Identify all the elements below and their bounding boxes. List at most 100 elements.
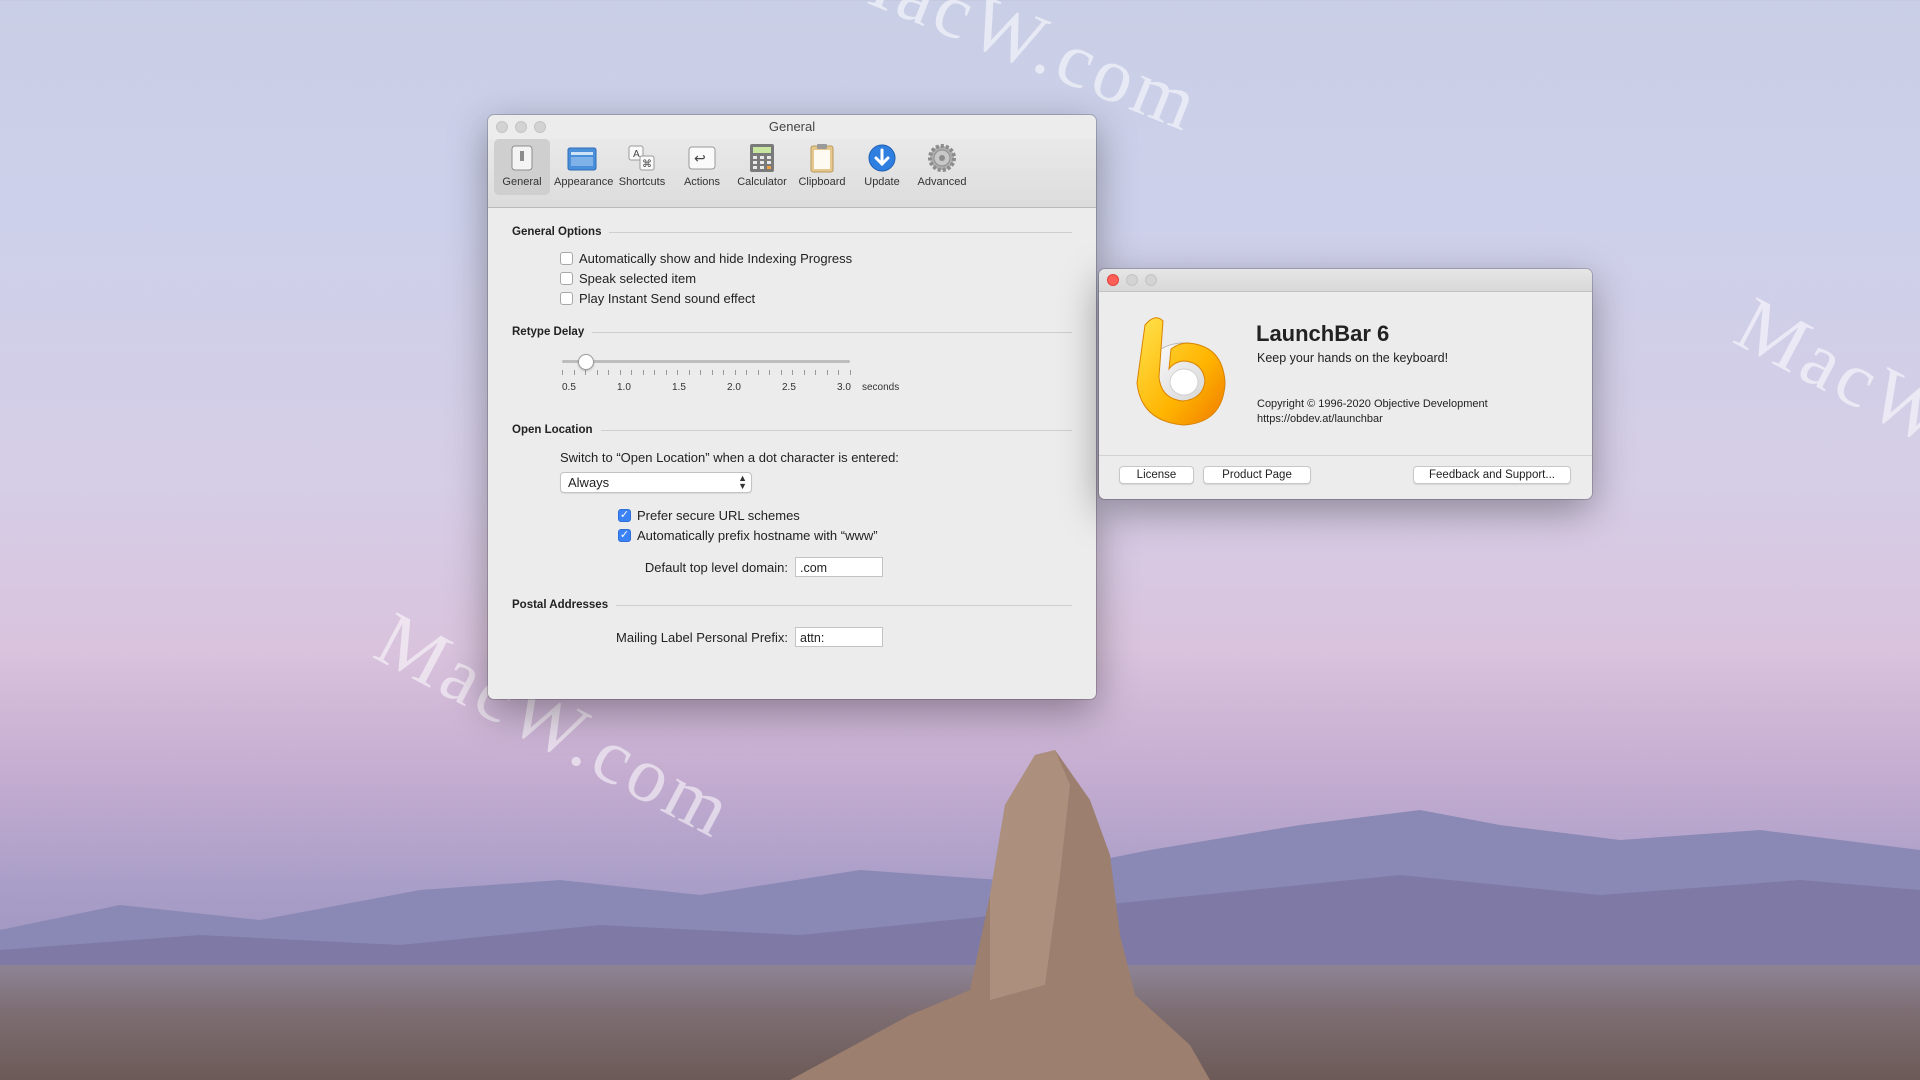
tab-clipboard[interactable]: Clipboard: [794, 139, 850, 195]
checkbox[interactable]: [560, 251, 573, 265]
close-button[interactable]: [496, 121, 508, 133]
open-location-prompt: Switch to “Open Location” when a dot cha…: [560, 450, 899, 465]
tld-input[interactable]: .com: [795, 557, 883, 577]
slider-tick: [596, 370, 598, 375]
copyright-text: Copyright © 1996-2020 Objective Developm…: [1257, 398, 1488, 410]
section-title: Open Location: [512, 424, 593, 436]
zoom-button[interactable]: [534, 121, 546, 133]
checkbox[interactable]: [560, 271, 573, 285]
app-tagline: Keep your hands on the keyboard!: [1257, 351, 1449, 365]
slider-tick: [619, 370, 621, 375]
prefix-label: Mailing Label Personal Prefix:: [616, 629, 788, 645]
slider-tick: [826, 370, 828, 375]
checkbox-label: Automatically show and hide Indexing Pro…: [579, 250, 853, 266]
slider-tick: [838, 370, 840, 375]
tab-actions[interactable]: ↩ Actions: [674, 139, 730, 195]
checkbox[interactable]: [560, 291, 573, 305]
checkbox-speak-selected[interactable]: Speak selected item: [560, 268, 1072, 288]
zoom-button[interactable]: [1145, 274, 1157, 286]
slider-tick: [631, 370, 633, 375]
prefs-content: General Options Automatically show and h…: [488, 208, 1096, 647]
slider-tick: [677, 370, 679, 375]
launchbar-logo-icon: [1136, 317, 1226, 426]
checkbox-label: Automatically prefix hostname with “www”: [637, 527, 878, 543]
slider-tick: [688, 370, 690, 375]
tab-advanced[interactable]: Advanced: [914, 139, 970, 195]
update-icon: [867, 143, 897, 173]
slider-tick: [711, 370, 713, 375]
tab-update[interactable]: Update: [854, 139, 910, 195]
svg-text:A: A: [633, 149, 640, 160]
tab-general[interactable]: General: [494, 139, 550, 195]
open-location-select[interactable]: Always ▲ ▼: [560, 472, 752, 493]
slider-tick: [585, 370, 587, 375]
section-postal-addresses: Postal Addresses: [512, 599, 1072, 611]
slider-tick: [608, 370, 610, 375]
retype-delay-slider[interactable]: 0.5 1.0 1.5 2.0 2.5 3.0 seconds: [512, 348, 1072, 418]
slider-track[interactable]: [562, 360, 850, 363]
minimize-button[interactable]: [1126, 274, 1138, 286]
rock-spire: [790, 750, 1210, 1080]
tick-label: 1.5: [672, 382, 686, 393]
checkbox-checked[interactable]: ✓: [618, 528, 631, 542]
tab-label: Shortcuts: [618, 176, 666, 188]
checkbox-checked[interactable]: ✓: [618, 508, 631, 522]
section-title: Retype Delay: [512, 326, 585, 338]
tab-label: Actions: [683, 176, 721, 188]
slider-tick: [757, 370, 759, 375]
tick-label: 0.5: [562, 382, 576, 393]
about-titlebar: [1099, 269, 1592, 292]
license-button[interactable]: License: [1119, 466, 1194, 484]
actions-icon: ↩: [687, 143, 717, 173]
chevron-updown-icon: ▲ ▼: [738, 473, 747, 491]
preferences-window: General General Appearance A ⌘ Shortcuts …: [488, 115, 1096, 699]
checkbox-instant-send-sound[interactable]: Play Instant Send sound effect: [560, 288, 1072, 308]
minimize-button[interactable]: [515, 121, 527, 133]
feedback-support-button[interactable]: Feedback and Support...: [1413, 466, 1571, 484]
slider-tick: [654, 370, 656, 375]
slider-tick: [723, 370, 725, 375]
svg-text:⌘: ⌘: [642, 159, 652, 170]
slider-tick: [815, 370, 817, 375]
tab-shortcuts[interactable]: A ⌘ Shortcuts: [614, 139, 670, 195]
slider-tick: [700, 370, 702, 375]
checkbox-prefer-secure[interactable]: ✓ Prefer secure URL schemes: [618, 505, 1072, 525]
tab-appearance[interactable]: Appearance: [554, 139, 614, 195]
tab-label: Clipboard: [798, 176, 846, 188]
slider-tick: [642, 370, 644, 375]
tick-label: 2.5: [782, 382, 796, 393]
slider-tick: [734, 370, 736, 375]
prefix-input[interactable]: attn:: [795, 627, 883, 647]
select-value: Always: [568, 475, 610, 490]
website-link[interactable]: https://obdev.at/launchbar: [1257, 413, 1383, 425]
slider-knob[interactable]: [578, 354, 595, 370]
tab-label: Appearance: [554, 176, 614, 188]
app-name: LaunchBar 6: [1256, 321, 1390, 346]
close-button[interactable]: [1107, 274, 1119, 286]
tab-label: Update: [864, 176, 900, 188]
product-page-button[interactable]: Product Page: [1203, 466, 1311, 484]
checkbox-label: Speak selected item: [579, 270, 697, 286]
tick-label: 1.0: [617, 382, 631, 393]
window-title: General: [768, 119, 816, 134]
tab-label: General: [502, 176, 542, 188]
tab-calculator[interactable]: Calculator: [734, 139, 790, 195]
checkbox-indexing-progress[interactable]: Automatically show and hide Indexing Pro…: [560, 248, 1072, 268]
section-title: General Options: [512, 226, 602, 238]
slider-tick: [803, 370, 805, 375]
section-retype-delay: Retype Delay: [512, 326, 1072, 338]
appearance-icon: [567, 143, 597, 173]
section-title: Postal Addresses: [512, 599, 609, 611]
slider-tick: [780, 370, 782, 375]
tld-label: Default top level domain:: [644, 559, 788, 575]
section-open-location: Open Location: [512, 424, 1072, 436]
slider-tick: [665, 370, 667, 375]
prefs-toolbar: General Appearance A ⌘ Shortcuts ↩ Action…: [488, 139, 1096, 208]
checkbox-prefix-www[interactable]: ✓ Automatically prefix hostname with “ww…: [618, 525, 1072, 545]
slider-tick: [769, 370, 771, 375]
divider: [1099, 455, 1592, 456]
tab-label: Advanced: [917, 176, 967, 188]
gear-icon: [927, 143, 957, 173]
svg-text:↩: ↩: [694, 151, 706, 167]
general-icon: [507, 143, 537, 173]
